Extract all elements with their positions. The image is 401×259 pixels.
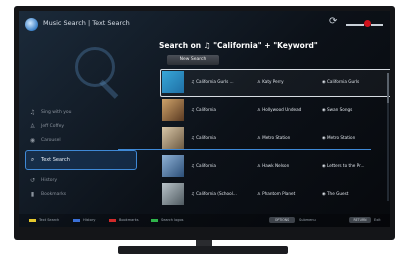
status-indicator-line [346,24,364,26]
sidebar-item-jeff-coffey[interactable]: ♙ Jeff Coffey [29,119,139,133]
selection-connector-line [118,149,371,150]
track-title: ♫ California [191,163,216,168]
sidebar-item-label: Jeff Coffey [41,123,65,129]
sidebar-item-label: Carousel [41,137,61,143]
person-icon: ♙ [29,122,36,130]
sidebar-item-text-search[interactable]: ⌕ Text Search [25,150,137,170]
album-art-thumbnail [162,71,184,93]
app-title: Music Search | Text Search [43,19,130,27]
album-name: ◉ The Guest [322,191,349,196]
disc-icon: ◉ [29,136,36,144]
return-key[interactable]: RETURN [349,217,371,223]
refresh-icon[interactable]: ⟳ [329,17,337,27]
sidebar-item-label: Text Search [41,157,70,163]
album-name: ◉ Swan Songs [322,107,353,112]
sidebar-item-sing-with-you[interactable]: ♫ Sing with you [29,105,139,119]
yellow-key-icon [29,218,36,222]
sidebar-item-label: History [41,177,58,183]
new-search-button[interactable]: New Search [167,55,219,65]
legend-label: Search logos [161,218,184,222]
magnifier-ring-icon [75,47,115,87]
scrollbar-thumb[interactable] [387,73,389,103]
bookmark-icon: ▮ [30,190,35,198]
track-title: ♫ California [191,135,216,140]
status-indicator-line-right [371,24,383,26]
music-search-logo-icon [25,18,38,31]
result-row[interactable]: ♫ California (School... ♙ Phantom Planet… [162,182,390,210]
options-key[interactable]: OPTIONS [269,217,295,223]
sidebar-item-label: Bookmarks [41,191,67,197]
return-label: Exit [374,218,381,222]
track-title: ♫ California [191,107,216,112]
album-name: ◉ California Gurls [322,79,360,84]
sidebar-item-bookmarks[interactable]: ▮ Bookmarks [29,187,139,201]
legend-history[interactable]: History [73,218,95,222]
options-label: Submenu [299,218,316,222]
artist-name: ♙ Phantom Planet [257,191,296,196]
blue-key-icon [73,218,80,222]
legend-label: Bookmarks [119,218,139,222]
result-row[interactable]: ♫ California ♙ Hawk Nelson ◉ Letters to … [162,154,390,182]
album-art-thumbnail [162,183,184,205]
sidebar-item-carousel[interactable]: ◉ Carousel [29,133,139,147]
red-key-icon [109,218,116,222]
album-art-thumbnail [162,99,184,121]
legend-text-search[interactable]: Text Search [29,218,59,222]
album-name: ◉ Letters to the Pr... [322,163,365,168]
track-title: ♫ California Gurls ... [191,79,234,84]
sidebar-item-label: Sing with you [41,109,72,115]
music-note-icon: ♫ [29,108,36,116]
tv-stand [118,246,288,254]
search-hero-graphic [19,39,137,111]
result-row[interactable]: ♫ California Gurls ... ♙ Katy Perry ◉ Ca… [160,69,390,98]
tv-screen: Music Search | Text Search ⟳ ♫ Sing with… [19,11,390,227]
page-title: Search on ♫ "California" + "Keyword" [159,41,318,50]
search-icon: ⌕ [30,156,35,163]
legend-search-logos[interactable]: Search logos [151,218,183,222]
artist-name: ♙ Katy Perry [257,79,284,84]
sidebar-item-history[interactable]: ↺ History [29,173,139,187]
result-row[interactable]: ♫ California ♙ Hollywood Undead ◉ Swan S… [162,98,390,126]
legend-label: Text Search [39,218,60,222]
magnifier-handle-icon [99,79,119,99]
artist-name: ♙ Metro Station [257,135,291,140]
legend-label: History [83,218,96,222]
album-art-thumbnail [162,127,184,149]
album-name: ◉ Metro Station [322,135,356,140]
track-title: ♫ California (School... [191,191,237,196]
artist-name: ♙ Hollywood Undead [257,107,302,112]
green-key-icon [151,218,158,222]
legend-bookmarks[interactable]: Bookmarks [109,218,139,222]
artist-name: ♙ Hawk Nelson [257,163,290,168]
record-status-icon [364,20,371,27]
album-art-thumbnail [162,155,184,177]
history-icon: ↺ [29,176,36,184]
